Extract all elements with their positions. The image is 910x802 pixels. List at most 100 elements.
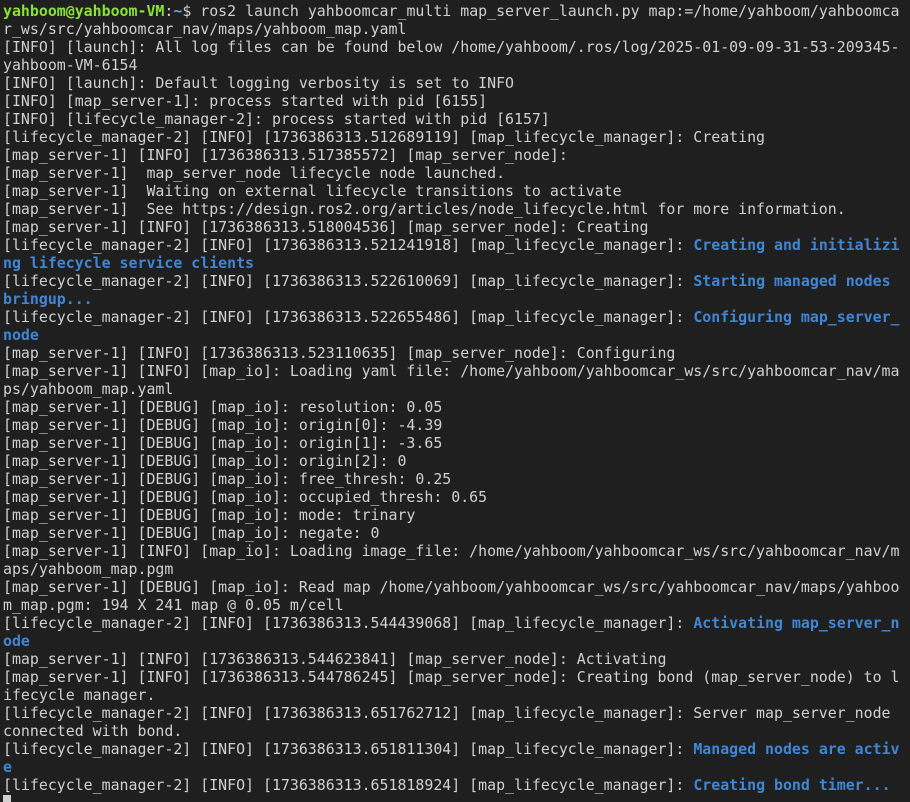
- log-text: [map_server-1] [DEBUG] [map_io]: occupie…: [3, 488, 488, 506]
- log-highlight: ng lifecycle service clients: [3, 254, 255, 272]
- log-line: bringup...: [3, 290, 907, 308]
- log-line: [map_server-1] [INFO] [1736386313.517385…: [3, 146, 907, 164]
- log-text: [INFO] [launch]: All log files can be fo…: [3, 38, 900, 56]
- log-line: node: [3, 326, 907, 344]
- log-highlight: Activating map_server_n: [693, 614, 900, 632]
- log-line: [map_server-1] [DEBUG] [map_io]: mode: t…: [3, 506, 907, 524]
- log-line: [lifecycle_manager-2] [INFO] [1736386313…: [3, 776, 907, 794]
- input-line[interactable]: [3, 794, 907, 802]
- log-text: yahboom-VM-6154: [3, 56, 138, 74]
- log-highlight: bringup...: [3, 290, 93, 308]
- log-line: yahboom-VM-6154: [3, 56, 907, 74]
- log-line: [map_server-1] [INFO] [1736386313.518004…: [3, 218, 907, 236]
- log-text: [map_server-1] [DEBUG] [map_io]: negate:…: [3, 524, 380, 542]
- log-text: [map_server-1] [DEBUG] [map_io]: resolut…: [3, 398, 443, 416]
- log-text: [lifecycle_manager-2] [INFO] [1736386313…: [3, 776, 694, 794]
- log-line: r_ws/src/yahboomcar_nav/maps/yahboom_map…: [3, 20, 907, 38]
- log-line: [map_server-1] [DEBUG] [map_io]: origin[…: [3, 452, 907, 470]
- log-line: [map_server-1] [INFO] [1736386313.544623…: [3, 650, 907, 668]
- prompt-path: ~: [173, 2, 183, 20]
- log-text: [map_server-1] [INFO] [1736386313.518004…: [3, 218, 649, 236]
- log-text: [map_server-1] [INFO] [1736386313.544623…: [3, 650, 667, 668]
- log-line: [map_server-1] map_server_node lifecycle…: [3, 164, 907, 182]
- log-line: m_map.pgm: 194 X 241 map @ 0.05 m/cell: [3, 596, 907, 614]
- log-line: ifecycle manager.: [3, 686, 907, 704]
- prompt-symbol: $: [182, 2, 201, 20]
- log-line: [lifecycle_manager-2] [INFO] [1736386313…: [3, 704, 907, 722]
- log-highlight: Configuring map_server_: [693, 308, 900, 326]
- log-line: [lifecycle_manager-2] [INFO] [1736386313…: [3, 128, 907, 146]
- terminal-output: r_ws/src/yahboomcar_nav/maps/yahboom_map…: [3, 20, 907, 794]
- prompt-separator: :: [164, 2, 174, 20]
- log-text: ifecycle manager.: [3, 686, 156, 704]
- log-text: connected with bond.: [3, 722, 183, 740]
- log-line: [map_server-1] [DEBUG] [map_io]: negate:…: [3, 524, 907, 542]
- log-text: [map_server-1] [DEBUG] [map_io]: origin[…: [3, 452, 407, 470]
- log-text: [lifecycle_manager-2] [INFO] [1736386313…: [3, 614, 694, 632]
- log-line: [INFO] [launch]: Default logging verbosi…: [3, 74, 907, 92]
- log-line: aps/yahboom_map.pgm: [3, 560, 907, 578]
- log-line: e: [3, 758, 907, 776]
- log-line: [map_server-1] [INFO] [1736386313.523110…: [3, 344, 907, 362]
- log-text: r_ws/src/yahboomcar_nav/maps/yahboom_map…: [3, 20, 407, 38]
- log-line: ode: [3, 632, 907, 650]
- log-text: [lifecycle_manager-2] [INFO] [1736386313…: [3, 128, 766, 146]
- log-line: [map_server-1] [DEBUG] [map_io]: Read ma…: [3, 578, 907, 596]
- log-text: [map_server-1] [DEBUG] [map_io]: mode: t…: [3, 506, 416, 524]
- terminal-window[interactable]: yahboom@yahboom-VM:~$ ros2 launch yahboo…: [0, 0, 910, 802]
- log-text: [map_server-1] [DEBUG] [map_io]: free_th…: [3, 470, 452, 488]
- log-line: [map_server-1] [INFO] [map_io]: Loading …: [3, 362, 907, 380]
- log-line: connected with bond.: [3, 722, 907, 740]
- prompt-line: yahboom@yahboom-VM:~$ ros2 launch yahboo…: [3, 2, 907, 20]
- log-highlight: e: [3, 758, 12, 776]
- log-text: [lifecycle_manager-2] [INFO] [1736386313…: [3, 308, 694, 326]
- log-line: [map_server-1] [DEBUG] [map_io]: origin[…: [3, 416, 907, 434]
- log-text: [map_server-1] See https://design.ros2.o…: [3, 200, 846, 218]
- log-text: [map_server-1] [DEBUG] [map_io]: origin[…: [3, 434, 443, 452]
- log-highlight: Starting managed nodes: [693, 272, 900, 290]
- log-highlight: Creating and initializi: [693, 236, 900, 254]
- log-line: [INFO] [launch]: All log files can be fo…: [3, 38, 907, 56]
- log-line: [map_server-1] [INFO] [1736386313.544786…: [3, 668, 907, 686]
- prompt-user-host: yahboom@yahboom-VM: [3, 2, 165, 20]
- log-line: [map_server-1] [DEBUG] [map_io]: free_th…: [3, 470, 907, 488]
- log-text: [map_server-1] [INFO] [1736386313.523110…: [3, 344, 676, 362]
- log-line: [map_server-1] See https://design.ros2.o…: [3, 200, 907, 218]
- log-line: [lifecycle_manager-2] [INFO] [1736386313…: [3, 614, 907, 632]
- log-text: [map_server-1] [INFO] [1736386313.544786…: [3, 668, 900, 686]
- log-line: ps/yahboom_map.yaml: [3, 380, 907, 398]
- log-text: [map_server-1] [DEBUG] [map_io]: origin[…: [3, 416, 443, 434]
- log-line: [map_server-1] [DEBUG] [map_io]: occupie…: [3, 488, 907, 506]
- log-text: [lifecycle_manager-2] [INFO] [1736386313…: [3, 272, 694, 290]
- log-highlight: node: [3, 326, 39, 344]
- log-text: m_map.pgm: 194 X 241 map @ 0.05 m/cell: [3, 596, 344, 614]
- log-text: [lifecycle_manager-2] [INFO] [1736386313…: [3, 740, 694, 758]
- log-line: [INFO] [lifecycle_manager-2]: process st…: [3, 110, 907, 128]
- log-line: ng lifecycle service clients: [3, 254, 907, 272]
- log-text: [lifecycle_manager-2] [INFO] [1736386313…: [3, 236, 694, 254]
- log-line: [INFO] [map_server-1]: process started w…: [3, 92, 907, 110]
- log-text: [map_server-1] [INFO] [map_io]: Loading …: [3, 542, 900, 560]
- log-text: [INFO] [map_server-1]: process started w…: [3, 92, 488, 110]
- log-line: [lifecycle_manager-2] [INFO] [1736386313…: [3, 308, 907, 326]
- log-text: [map_server-1] Waiting on external lifec…: [3, 182, 622, 200]
- log-highlight: Managed nodes are activ: [693, 740, 900, 758]
- prompt-command: ros2 launch yahboomcar_multi map_server_…: [200, 2, 900, 20]
- log-highlight: Creating bond timer...: [693, 776, 891, 794]
- log-text: [INFO] [launch]: Default logging verbosi…: [3, 74, 515, 92]
- log-line: [lifecycle_manager-2] [INFO] [1736386313…: [3, 272, 907, 290]
- log-text: [map_server-1] map_server_node lifecycle…: [3, 164, 506, 182]
- log-text: [map_server-1] [INFO] [map_io]: Loading …: [3, 362, 900, 380]
- log-text: [map_server-1] [INFO] [1736386313.517385…: [3, 146, 568, 164]
- log-line: [lifecycle_manager-2] [INFO] [1736386313…: [3, 236, 907, 254]
- log-line: [map_server-1] [INFO] [map_io]: Loading …: [3, 542, 907, 560]
- text-cursor: [3, 795, 11, 802]
- log-highlight: ode: [3, 632, 30, 650]
- log-line: [map_server-1] [DEBUG] [map_io]: origin[…: [3, 434, 907, 452]
- log-text: [map_server-1] [DEBUG] [map_io]: Read ma…: [3, 578, 900, 596]
- log-text: aps/yahboom_map.pgm: [3, 560, 174, 578]
- log-text: ps/yahboom_map.yaml: [3, 380, 174, 398]
- log-line: [lifecycle_manager-2] [INFO] [1736386313…: [3, 740, 907, 758]
- log-line: [map_server-1] Waiting on external lifec…: [3, 182, 907, 200]
- log-text: [INFO] [lifecycle_manager-2]: process st…: [3, 110, 550, 128]
